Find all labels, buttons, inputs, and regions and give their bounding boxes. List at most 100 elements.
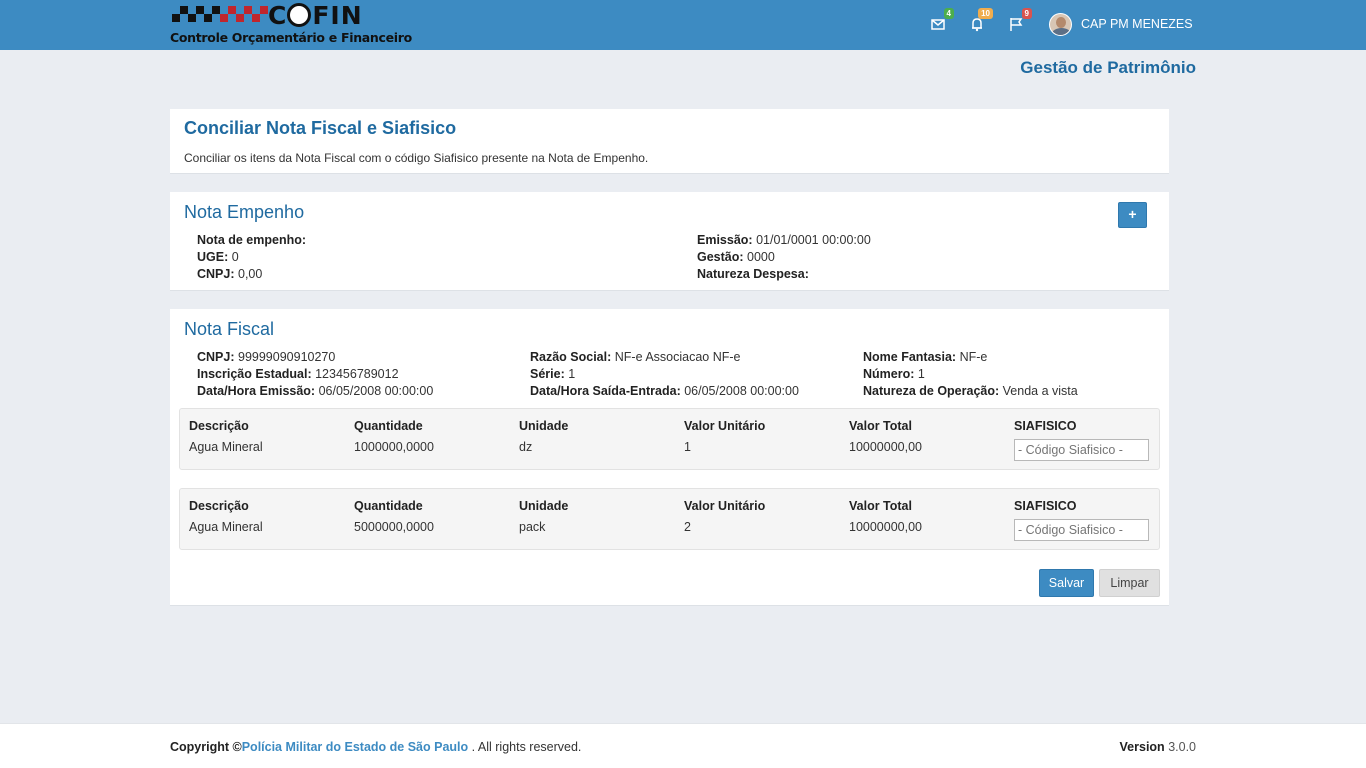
field-label: Razão Social: [530,350,612,364]
nota-empenho-title: Nota Empenho [184,202,305,222]
plus-icon: + [1128,206,1137,222]
field-label: UGE: [197,250,229,264]
field-label: Emissão: [697,233,753,247]
field-label: Data/Hora Emissão: [197,384,316,398]
nf-numero-field: Número: 1 [863,367,925,381]
item-valor-total: 10000000,00 [849,520,922,534]
field-value: 0,00 [238,267,263,281]
column-header: SIAFISICO [1014,419,1077,433]
notifications-button[interactable]: 10 [967,8,993,34]
column-header: SIAFISICO [1014,499,1077,513]
empenho-cnpj-field: CNPJ: 0,00 [197,267,262,281]
item-unidade: dz [519,440,533,454]
nf-razao-field: Razão Social: NF-e Associacao NF-e [530,350,741,364]
field-value: 1 [568,367,576,381]
field-value: Venda a vista [1002,384,1078,398]
column-header: Valor Unitário [684,419,766,433]
item-valor-unitario: 2 [684,520,691,534]
footer: Copyright ©Polícia Militar do Estado de … [0,723,1366,768]
siafisico-code-input[interactable] [1014,439,1149,461]
page-header-panel: Conciliar Nota Fiscal e Siafisico Concil… [170,109,1169,174]
nf-cnpj-field: CNPJ: 99999090910270 [197,350,335,364]
field-value: 06/05/2008 00:00:00 [684,384,799,398]
top-navbar: C FIN Controle Orçamentário e Financeiro … [0,0,1366,50]
field-value: NF-e [959,350,988,364]
user-avatar [1049,12,1072,36]
empenho-uge-field: UGE: 0 [197,250,239,264]
nf-fantasia-field: Nome Fantasia: NF-e [863,350,987,364]
nf-natureza-field: Natureza de Operação: Venda a vista [863,384,1078,398]
nf-emissao-field: Data/Hora Emissão: 06/05/2008 00:00:00 [197,384,433,398]
notifications-badge: 10 [978,8,993,19]
clear-button[interactable]: Limpar [1099,569,1160,597]
field-label: Número: [863,367,915,381]
item-descricao: Agua Mineral [189,520,263,534]
copyright-label: Copyright © [170,740,242,754]
column-header: Valor Unitário [684,499,766,513]
field-label: Natureza Despesa: [697,267,809,281]
column-header: Quantidade [354,419,423,433]
field-label: Inscrição Estadual: [197,367,312,381]
field-label: CNPJ: [197,267,235,281]
field-value: 06/05/2008 00:00:00 [318,384,434,398]
field-value: 123456789012 [315,367,399,381]
empenho-gestao-field: Gestão: 0000 [697,250,775,264]
empenho-nota-field: Nota de empenho: [197,233,306,247]
item-quantidade: 1000000,0000 [354,440,434,454]
nf-saida-field: Data/Hora Saída-Entrada: 06/05/2008 00:0… [530,384,799,398]
column-header: Descrição [189,419,249,433]
add-nota-empenho-button[interactable]: + [1118,202,1147,228]
logo-subtitle: Controle Orçamentário e Financeiro [170,30,412,45]
nf-inscricao-field: Inscrição Estadual: 123456789012 [197,367,399,381]
field-value: 0 [231,250,239,264]
column-header: Valor Total [849,499,912,513]
user-name: CAP PM MENEZES [1081,17,1193,31]
column-header: Unidade [519,499,569,513]
cofin-logo[interactable]: C FIN Controle Orçamentário e Financeiro [170,1,412,48]
flag-icon [1010,18,1023,31]
item-valor-unitario: 1 [684,440,691,454]
item-quantidade: 5000000,0000 [354,520,434,534]
field-value: 01/01/0001 00:00:00 [756,233,871,247]
item-unidade: pack [519,520,546,534]
column-header: Quantidade [354,499,423,513]
version-label: Version [1119,740,1165,754]
envelope-icon [931,19,945,30]
organization-link[interactable]: Polícia Militar do Estado de São Paulo [242,740,468,754]
item-descricao: Agua Mineral [189,440,263,454]
field-label: Nome Fantasia: [863,350,957,364]
page-title: Conciliar Nota Fiscal e Siafisico [184,118,457,138]
page-description: Conciliar os itens da Nota Fiscal com o … [184,151,649,165]
field-label: Natureza de Operação: [863,384,1000,398]
field-label: Data/Hora Saída-Entrada: [530,384,681,398]
version-value: 3.0.0 [1168,740,1196,754]
save-button[interactable]: Salvar [1039,569,1094,597]
logo-checkered-pattern [172,6,268,22]
nota-fiscal-title: Nota Fiscal [184,319,275,339]
field-label: Série: [530,367,565,381]
module-title: Gestão de Patrimônio [1020,58,1196,77]
user-menu[interactable]: CAP PM MENEZES [1049,12,1193,36]
logo-brand-text: C FIN [268,1,363,30]
column-header: Valor Total [849,419,912,433]
column-header: Unidade [519,419,569,433]
logo-seal-icon [287,3,312,27]
column-header: Descrição [189,499,249,513]
field-value: NF-e Associacao NF-e [614,350,741,364]
field-label: CNPJ: [197,350,235,364]
nota-empenho-panel: Nota Empenho + Nota de empenho: UGE: 0 C… [170,192,1169,291]
rights-text: . All rights reserved. [468,740,582,754]
version-info: Version 3.0.0 [1120,740,1196,754]
field-label: Nota de empenho: [197,233,307,247]
messages-button[interactable]: 4 [928,8,954,34]
nf-item-row: Descrição Agua Mineral Quantidade 5000000,… [179,488,1160,550]
field-value: 1 [917,367,925,381]
flags-badge: 9 [1021,8,1032,19]
empenho-emissao-field: Emissão: 01/01/0001 00:00:00 [697,233,871,247]
siafisico-code-input[interactable] [1014,519,1149,541]
empenho-natureza-field: Natureza Despesa: [697,267,809,281]
field-value: 0000 [747,250,775,264]
messages-badge: 4 [943,8,954,19]
flags-button[interactable]: 9 [1006,8,1032,34]
nf-item-row: Descrição Agua Mineral Quantidade 1000000,… [179,408,1160,470]
